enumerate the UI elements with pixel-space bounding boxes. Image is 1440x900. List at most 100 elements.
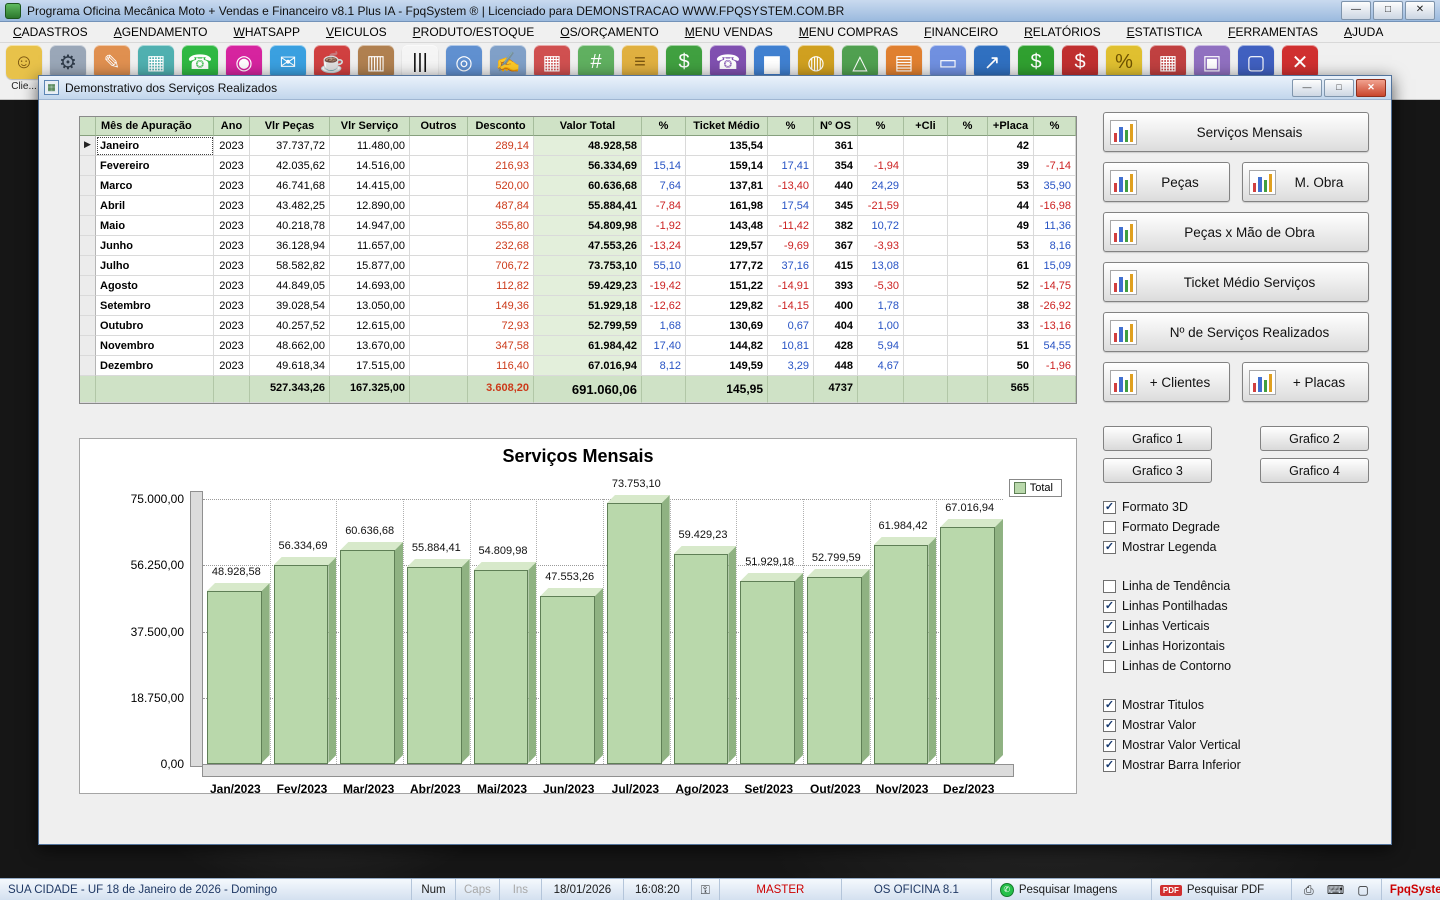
close-button[interactable]: ✕ — [1405, 1, 1435, 20]
menu-estatistica[interactable]: ESTATISTICA — [1114, 23, 1216, 41]
money-icon[interactable]: $ — [662, 45, 706, 79]
column-header[interactable]: +Placa — [988, 117, 1034, 136]
grafico-2-button[interactable]: Grafico 2 — [1260, 426, 1369, 451]
column-header[interactable]: % — [642, 117, 686, 136]
table-row[interactable]: Maio202340.218,7814.947,00355,8054.809,9… — [80, 216, 1076, 236]
table-row[interactable]: Junho202336.128,9411.657,00232,6847.553,… — [80, 236, 1076, 256]
table-row[interactable]: Novembro202348.662,0013.670,00347,5861.9… — [80, 336, 1076, 356]
checkbox-box[interactable]: ✓ — [1103, 620, 1116, 633]
menu-relatorios[interactable]: RELATÓRIOS — [1011, 23, 1113, 41]
column-header[interactable]: Ano — [214, 117, 250, 136]
checkbox-linhas-horizontais[interactable]: ✓Linhas Horizontais — [1103, 636, 1369, 656]
checkbox-formato-3d[interactable]: ✓Formato 3D — [1103, 497, 1369, 517]
checkbox-box[interactable]: ✓ — [1103, 600, 1116, 613]
menu-cadastros[interactable]: CADASTROS — [0, 23, 101, 41]
checkbox-mostrar-barra-inferior[interactable]: ✓Mostrar Barra Inferior — [1103, 755, 1369, 775]
coins-icon[interactable]: ◍ — [794, 45, 838, 79]
checkbox-box[interactable]: ✓ — [1103, 501, 1116, 514]
search-images-button[interactable]: ✆ Pesquisar Imagens — [992, 879, 1152, 900]
checkbox-mostrar-valor-vertical[interactable]: ✓Mostrar Valor Vertical — [1103, 735, 1369, 755]
checkbox-linhas-verticais[interactable]: ✓Linhas Verticais — [1103, 616, 1369, 636]
chart-icon[interactable]: ▆ — [750, 45, 794, 79]
schedule-icon[interactable]: ▦ — [134, 45, 178, 79]
checkbox-linha-de-tendencia[interactable]: Linha de Tendência — [1103, 576, 1369, 596]
column-header[interactable]: Valor Total — [534, 117, 642, 136]
mao-de-obra-button[interactable]: M. Obra — [1242, 162, 1369, 202]
maximize-button[interactable]: □ — [1373, 1, 1403, 20]
menu-agendamento[interactable]: AGENDAMENTO — [101, 23, 221, 41]
menu-ferramentas[interactable]: FERRAMENTAS — [1215, 23, 1331, 41]
ticket-medio-button[interactable]: Ticket Médio Serviços — [1103, 262, 1369, 302]
checkbox-box[interactable]: ✓ — [1103, 640, 1116, 653]
barcode-icon[interactable]: ||| — [398, 45, 442, 79]
exit-icon[interactable]: ✕ — [1278, 45, 1322, 79]
checkbox-box[interactable]: ✓ — [1103, 719, 1116, 732]
minimize-button[interactable]: — — [1341, 1, 1371, 20]
table-row[interactable]: Marco202346.741,6814.415,00520,0060.636,… — [80, 176, 1076, 196]
column-header[interactable]: Nº OS — [814, 117, 858, 136]
agenda-icon[interactable]: ✎ — [90, 45, 134, 79]
column-header[interactable]: Desconto — [468, 117, 534, 136]
instagram-icon[interactable]: ◉ — [222, 45, 266, 79]
stats-up-icon[interactable]: ↗ — [970, 45, 1014, 79]
menu-os-orcamento[interactable]: OS/ORÇAMENTO — [547, 23, 671, 41]
calendar-icon[interactable]: ▦ — [530, 45, 574, 79]
checkbox-formato-degrade[interactable]: Formato Degrade — [1103, 517, 1369, 537]
sms-icon[interactable]: ✉ — [266, 45, 310, 79]
table-row[interactable]: Fevereiro202342.035,6214.516,00216,9356.… — [80, 156, 1076, 176]
menu-veiculos[interactable]: VEICULOS — [313, 23, 400, 41]
column-header[interactable]: % — [768, 117, 814, 136]
checkbox-box[interactable]: ✓ — [1103, 739, 1116, 752]
column-header[interactable]: +Cli — [904, 117, 948, 136]
grafico-1-button[interactable]: Grafico 1 — [1103, 426, 1212, 451]
percent-icon[interactable]: % — [1102, 45, 1146, 79]
monitor-status-icon[interactable]: ▢ — [1357, 883, 1368, 897]
mais-placas-button[interactable]: + Placas — [1242, 362, 1369, 402]
column-header[interactable]: Mês de Apuração — [96, 117, 214, 136]
checkbox-box[interactable]: ✓ — [1103, 699, 1116, 712]
checkbox-box[interactable]: ✓ — [1103, 759, 1116, 772]
grafico-3-button[interactable]: Grafico 3 — [1103, 458, 1212, 483]
pecas-button[interactable]: Peças — [1103, 162, 1230, 202]
image-icon[interactable]: ▣ — [1190, 45, 1234, 79]
checkbox-box[interactable] — [1103, 660, 1116, 673]
column-header[interactable]: Vlr Serviço — [330, 117, 410, 136]
checkbox-box[interactable] — [1103, 521, 1116, 534]
whatsapp-icon[interactable]: ☎ — [178, 45, 222, 79]
food-icon[interactable]: ☕ — [310, 45, 354, 79]
printer-icon[interactable]: ⎙ — [1304, 883, 1314, 898]
menu-whatsapp[interactable]: WHATSAPP — [221, 23, 313, 41]
clipboard-icon[interactable]: ▤ — [882, 45, 926, 79]
table-row[interactable]: Abril202343.482,2512.890,00487,8455.884,… — [80, 196, 1076, 216]
menu-menu-compras[interactable]: MENU COMPRAS — [786, 23, 911, 41]
checkbox-mostrar-titulos[interactable]: ✓Mostrar Titulos — [1103, 695, 1369, 715]
search-pdf-button[interactable]: PDF Pesquisar PDF — [1152, 879, 1292, 900]
menu-produto-estoque[interactable]: PRODUTO/ESTOQUE — [400, 23, 548, 41]
checkbox-linhas-pontilhadas[interactable]: ✓Linhas Pontilhadas — [1103, 596, 1369, 616]
checkbox-box[interactable] — [1103, 580, 1116, 593]
checkbox-box[interactable]: ✓ — [1103, 541, 1116, 554]
search-stats-icon[interactable]: ◎ — [442, 45, 486, 79]
table-row[interactable]: Outubro202340.257,5212.615,0072,9352.799… — [80, 316, 1076, 336]
table-row[interactable]: Setembro202339.028,5413.050,00149,3651.9… — [80, 296, 1076, 316]
checkbox-linhas-de-contorno[interactable]: Linhas de Contorno — [1103, 656, 1369, 676]
calendar-red-icon[interactable]: ▦ — [1146, 45, 1190, 79]
monitor-icon[interactable]: ▢ — [1234, 45, 1278, 79]
table-row[interactable]: Dezembro202349.618,3417.515,00116,4067.0… — [80, 356, 1076, 376]
checkbox-mostrar-valor[interactable]: ✓Mostrar Valor — [1103, 715, 1369, 735]
dollar-red-icon[interactable]: $ — [1058, 45, 1102, 79]
vehicle-icon[interactable]: ⚙ — [46, 45, 90, 79]
table-row[interactable]: Julho202358.582,8215.877,00706,7273.753,… — [80, 256, 1076, 276]
stock-icon[interactable]: ▥ — [354, 45, 398, 79]
table-row[interactable]: Agosto202344.849,0514.693,00112,8259.429… — [80, 276, 1076, 296]
inner-maximize-button[interactable]: □ — [1324, 79, 1354, 97]
card-icon[interactable]: ▭ — [926, 45, 970, 79]
num-servicos-realizados-button[interactable]: Nº de Serviços Realizados — [1103, 312, 1369, 352]
inner-minimize-button[interactable]: — — [1292, 79, 1322, 97]
menu-financeiro[interactable]: FINANCEIRO — [911, 23, 1011, 41]
table-row[interactable]: ▶Janeiro202337.737,7211.480,00289,1448.9… — [80, 136, 1076, 156]
os-edit-icon[interactable]: ✍ — [486, 45, 530, 79]
mais-clientes-button[interactable]: + Clientes — [1103, 362, 1230, 402]
inner-close-button[interactable]: ✕ — [1356, 79, 1386, 97]
calculator-icon[interactable]: # — [574, 45, 618, 79]
